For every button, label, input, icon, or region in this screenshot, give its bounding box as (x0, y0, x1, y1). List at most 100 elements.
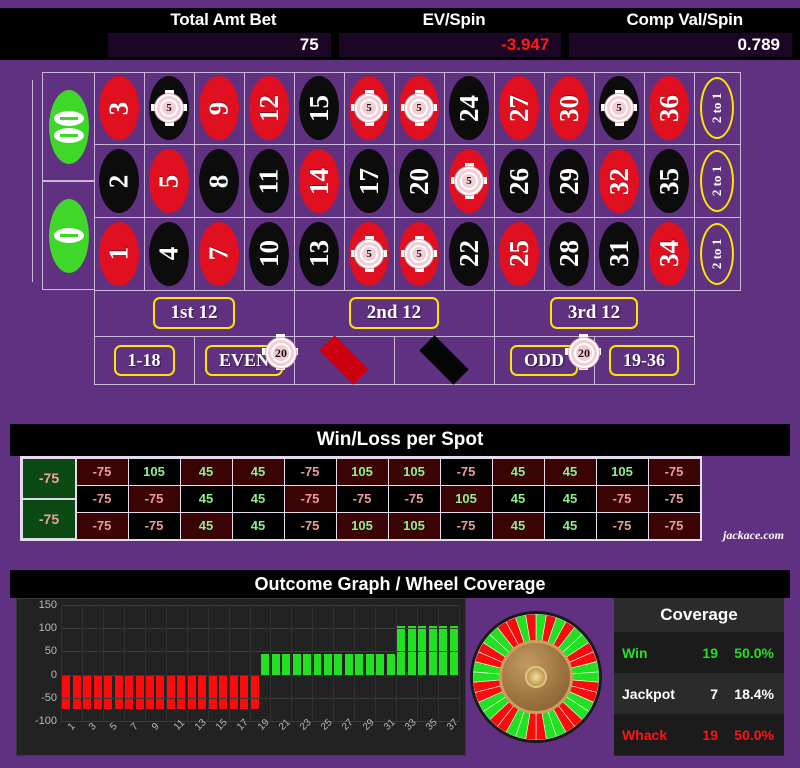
bet-spot-15[interactable]: 15 (293, 71, 345, 146)
chart-vgridline (438, 605, 440, 721)
chart-bar-slot (218, 605, 228, 721)
stats-header: Total Amt Bet 75 EV/Spin -3.947 Comp Val… (0, 8, 800, 60)
chip-face: 5 (605, 94, 633, 123)
bet-spot-31[interactable]: 31 (593, 216, 645, 291)
bet-spot-16[interactable]: 165 (343, 216, 395, 291)
zero-column (32, 72, 94, 290)
bet-chip[interactable]: 5 (401, 235, 437, 272)
chart-bar-slot (291, 605, 301, 721)
chart-bar-slot (124, 605, 134, 721)
bet-spot-red[interactable] (293, 335, 395, 385)
bet-spot-00[interactable] (42, 72, 94, 181)
bet-spot-17[interactable]: 17 (343, 144, 395, 218)
bet-spot-25[interactable]: 25 (493, 216, 545, 291)
bet-spot-33[interactable]: 335 (593, 71, 645, 146)
chart-bar (208, 674, 217, 710)
bet-spot-14[interactable]: 14 (293, 144, 345, 218)
bet-spot-29[interactable]: 29 (543, 144, 595, 218)
bet-spot-26[interactable]: 26 (493, 144, 545, 218)
bet-spot-19-36[interactable]: 19-36 (593, 335, 695, 385)
bet-spot-36[interactable]: 36 (643, 71, 695, 146)
chart-bar-slot (260, 605, 270, 721)
oval-7: 7 (199, 221, 239, 286)
chart-bar (292, 653, 301, 675)
bet-spot-35[interactable]: 35 (643, 144, 695, 218)
bet-spot-6[interactable]: 65 (143, 71, 195, 146)
number-label: 7 (203, 246, 234, 261)
winloss-cell: -75 (335, 484, 389, 513)
bet-spot-28[interactable]: 28 (543, 216, 595, 291)
bet-spot-23[interactable]: 235 (443, 144, 495, 218)
bet-spot-dozen-2[interactable]: 2nd 12 (293, 289, 495, 337)
bet-spot-30[interactable]: 30 (543, 71, 595, 146)
winloss-cell: 45 (543, 457, 597, 486)
chart-bar-slot (145, 605, 155, 721)
chart-bar (376, 653, 385, 675)
coverage-percent: 50.0% (722, 632, 784, 673)
bet-spot-34[interactable]: 34 (643, 216, 695, 291)
bet-spot-1[interactable]: 1 (93, 216, 145, 291)
bet-spot-11[interactable]: 11 (243, 144, 295, 218)
bet-spot-19[interactable]: 195 (393, 216, 445, 291)
winloss-cell: 45 (491, 511, 545, 540)
oval-32: 32 (599, 149, 639, 214)
dozen-label: 2nd 12 (348, 297, 440, 329)
bet-spot-dozen-1[interactable]: 1st 12 (93, 289, 295, 337)
stat-label-total-amt-bet: Total Amt Bet (170, 10, 277, 29)
bet-spot-0[interactable] (42, 181, 94, 290)
chart-bar (261, 653, 270, 675)
chart-vgridline (186, 605, 188, 721)
bet-spot-13[interactable]: 13 (293, 216, 345, 291)
bet-spot-1-18[interactable]: 1-18 (93, 335, 195, 385)
number-label: 1 (103, 246, 134, 261)
winloss-cell: -75 (439, 511, 493, 540)
winloss-cell: 105 (595, 457, 649, 486)
bet-chip[interactable]: 5 (601, 90, 637, 127)
bet-chip[interactable]: 5 (451, 163, 487, 200)
coverage-label: Whack (614, 714, 686, 755)
number-label: 30 (553, 94, 584, 122)
bet-spot-3[interactable]: 3 (93, 71, 145, 146)
bet-spot-8[interactable]: 8 (193, 144, 245, 218)
oval-35: 35 (649, 149, 689, 214)
chart-bar-slot (249, 605, 259, 721)
bet-spot-column-2[interactable]: 2 to 1 (693, 144, 741, 218)
winloss-cell: 45 (231, 511, 285, 540)
chart-bar (271, 653, 280, 675)
line-bet-chip[interactable]: 20 (262, 334, 298, 370)
bet-spot-5[interactable]: 5 (143, 144, 195, 218)
number-label: 11 (253, 168, 284, 194)
bet-spot-column-1[interactable]: 2 to 1 (693, 71, 741, 146)
chart-vgridline (81, 605, 83, 721)
bet-spot-dozen-3[interactable]: 3rd 12 (493, 289, 695, 337)
bet-spot-24[interactable]: 24 (443, 71, 495, 146)
bet-chip[interactable]: 5 (401, 90, 437, 127)
bet-chip[interactable]: 5 (351, 90, 387, 127)
outcome-title: Outcome Graph / Wheel Coverage (10, 570, 790, 598)
chart-gridline (61, 628, 459, 630)
bet-spot-27[interactable]: 27 (493, 71, 545, 146)
bet-spot-9[interactable]: 9 (193, 71, 245, 146)
bet-spot-12[interactable]: 12 (243, 71, 295, 146)
number-label: 22 (453, 240, 484, 268)
chart-gridline (61, 674, 459, 676)
bet-chip[interactable]: 5 (151, 90, 187, 127)
bet-spot-column-3[interactable]: 2 to 1 (693, 216, 741, 291)
chart-bar (166, 674, 175, 710)
bet-spot-10[interactable]: 10 (243, 216, 295, 291)
bet-spot-2[interactable]: 2 (93, 144, 145, 218)
bet-spot-black[interactable] (393, 335, 495, 385)
chart-bar-slot (365, 605, 375, 721)
bet-spot-20[interactable]: 20 (393, 144, 445, 218)
chart-vgridline (459, 605, 460, 721)
chart-bar-slot (333, 605, 343, 721)
bet-spot-7[interactable]: 7 (193, 216, 245, 291)
line-bet-chip[interactable]: 20 (565, 334, 601, 370)
bet-spot-18[interactable]: 185 (343, 71, 395, 146)
bet-spot-32[interactable]: 32 (593, 144, 645, 218)
bet-spot-4[interactable]: 4 (143, 216, 195, 291)
bet-spot-21[interactable]: 215 (393, 71, 445, 146)
bet-spot-22[interactable]: 22 (443, 216, 495, 291)
bet-chip[interactable]: 5 (351, 235, 387, 272)
oval-0 (48, 198, 89, 273)
